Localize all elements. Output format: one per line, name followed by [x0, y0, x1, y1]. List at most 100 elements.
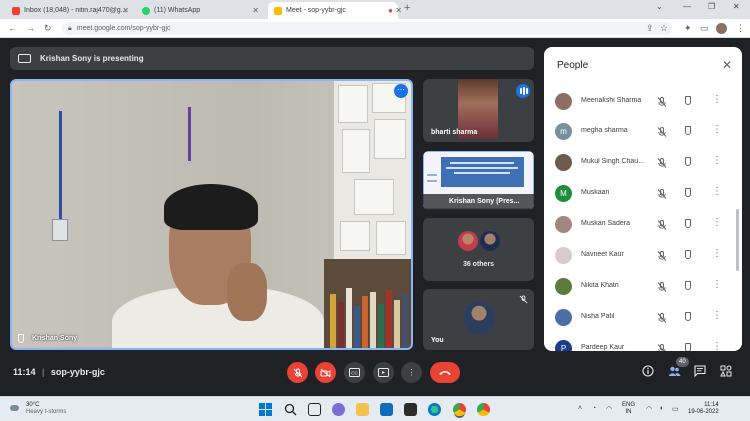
battery-icon[interactable]: ▭: [672, 405, 679, 413]
forward-icon[interactable]: →: [26, 23, 35, 33]
pin-icon[interactable]: [685, 250, 691, 259]
file-explorer-icon[interactable]: [356, 403, 369, 416]
pin-icon[interactable]: [685, 157, 691, 166]
menu-icon[interactable]: ⋮: [736, 23, 745, 34]
chevron-up-icon[interactable]: ˄: [578, 405, 582, 412]
bookmark-star-icon[interactable]: ☆: [660, 23, 668, 34]
participant-row[interactable]: M Muskaan ⋮: [544, 179, 742, 209]
volume-icon[interactable]: ◖: [659, 405, 663, 412]
system-clock[interactable]: 11:14 19-06-2022: [688, 402, 719, 416]
language-indicator[interactable]: ENG IN: [622, 402, 635, 416]
pin-icon[interactable]: [685, 219, 691, 228]
tab-search-icon[interactable]: ⌄: [656, 2, 663, 11]
chrome-icon[interactable]: [453, 403, 466, 416]
pin-icon[interactable]: [18, 334, 24, 343]
meeting-details-button[interactable]: [642, 365, 654, 380]
weather-widget[interactable]: 30°C Heavy t-storms: [10, 402, 66, 415]
restore-button[interactable]: ❐: [708, 2, 715, 11]
pin-icon[interactable]: [685, 96, 691, 105]
present-button[interactable]: [373, 362, 394, 383]
mic-off-icon[interactable]: [656, 342, 668, 351]
network-icon[interactable]: ◔: [592, 405, 596, 412]
close-icon[interactable]: ✕: [252, 6, 259, 15]
mail-icon[interactable]: [380, 403, 393, 416]
more-vert-icon[interactable]: ⋮: [712, 155, 722, 166]
tile-bharti-sharma[interactable]: bharti sharma: [423, 79, 534, 142]
participant-row[interactable]: Mukul Singh Chau... ⋮: [544, 148, 742, 178]
close-icon[interactable]: ✕: [722, 58, 732, 72]
leave-call-button[interactable]: [430, 362, 460, 383]
pin-icon[interactable]: [685, 343, 691, 351]
more-vert-icon[interactable]: ⋮: [712, 310, 722, 321]
more-options-button[interactable]: ⋮: [401, 362, 422, 383]
new-tab-button[interactable]: +: [404, 2, 410, 14]
participant-row[interactable]: m megha sharma ⋮: [544, 117, 742, 147]
participant-name: Nisha Patil: [581, 313, 615, 320]
windows-start-icon[interactable]: [259, 403, 272, 416]
close-icon[interactable]: ✕: [122, 6, 129, 15]
participant-name: Mukul Singh Chau...: [581, 158, 645, 165]
mic-off-icon[interactable]: [656, 187, 668, 199]
tab-meet[interactable]: Meet - sop-yybr-gjc ● ✕: [268, 2, 402, 19]
more-vert-icon[interactable]: ⋮: [712, 94, 722, 105]
store-icon[interactable]: [404, 403, 417, 416]
back-icon[interactable]: ←: [8, 23, 17, 33]
more-vert-icon[interactable]: ⋮: [712, 186, 722, 197]
wifi-icon[interactable]: ◠: [606, 405, 612, 413]
mic-off-icon[interactable]: [656, 125, 668, 137]
wifi-icon[interactable]: ◠: [646, 405, 652, 413]
participant-row[interactable]: Nikita Khatri ⋮: [544, 272, 742, 302]
pin-icon[interactable]: [685, 281, 691, 290]
participant-row[interactable]: Nisha Patil ⋮: [544, 303, 742, 333]
tile-others[interactable]: 36 others: [423, 218, 534, 281]
more-vert-icon[interactable]: ⋮: [712, 124, 722, 135]
mic-off-icon[interactable]: [656, 249, 668, 261]
close-window-button[interactable]: ✕: [733, 2, 740, 11]
close-icon[interactable]: ✕: [395, 6, 402, 15]
tile-you[interactable]: You: [423, 289, 534, 350]
tile-presentation[interactable]: Krishan Sony (Pres...: [423, 151, 534, 210]
tab-whatsapp[interactable]: (11) WhatsApp ✕: [136, 2, 264, 19]
more-options-icon[interactable]: ⋯: [394, 84, 408, 98]
captions-button[interactable]: CC: [344, 362, 365, 383]
reload-icon[interactable]: ↻: [44, 23, 52, 34]
extensions-icon[interactable]: ✦: [684, 23, 692, 34]
recording-dot-icon: ●: [388, 6, 393, 15]
url-input[interactable]: 🔒︎ meet.google.com/sop-yybr-gjc: [62, 22, 672, 35]
meeting-time: 11:14: [13, 367, 36, 377]
minimize-button[interactable]: —: [683, 2, 691, 11]
more-vert-icon[interactable]: ⋮: [712, 248, 722, 259]
mic-off-icon[interactable]: [656, 280, 668, 292]
mic-off-icon[interactable]: [656, 311, 668, 323]
camera-toggle-button[interactable]: [315, 362, 336, 383]
main-video-tile[interactable]: ⋯ Krishan Sony: [10, 79, 413, 350]
search-icon[interactable]: [284, 403, 297, 416]
tab-gmail[interactable]: Inbox (18,048) - nitin.raj470@g... ✕: [6, 2, 134, 19]
activities-button[interactable]: [720, 365, 732, 380]
participant-row[interactable]: P Pardeep Kaur ⋮: [544, 334, 742, 351]
mic-off-icon[interactable]: [656, 156, 668, 168]
participant-row[interactable]: Muskan Sadera ⋮: [544, 210, 742, 240]
people-icon: [668, 366, 681, 376]
pin-icon[interactable]: [685, 312, 691, 321]
task-view-icon[interactable]: [308, 403, 321, 416]
participant-row[interactable]: Navneet Kaur ⋮: [544, 241, 742, 271]
more-vert-icon[interactable]: ⋮: [712, 341, 722, 351]
mic-off-icon[interactable]: [656, 218, 668, 230]
teams-chat-icon[interactable]: [332, 403, 345, 416]
share-icon[interactable]: ⇪: [646, 23, 654, 34]
profile-avatar[interactable]: [716, 23, 727, 34]
mic-toggle-button[interactable]: [287, 362, 308, 383]
scrollbar[interactable]: [736, 209, 739, 271]
pin-icon[interactable]: [685, 126, 691, 135]
chat-button[interactable]: [694, 365, 706, 380]
chrome-profile-icon[interactable]: [477, 403, 490, 416]
sidebar-icon[interactable]: ▭: [700, 23, 709, 34]
pin-icon[interactable]: [685, 188, 691, 197]
participant-row[interactable]: Meenakshi Sharma ⋮: [544, 87, 742, 117]
more-vert-icon[interactable]: ⋮: [712, 279, 722, 290]
edge-icon[interactable]: [428, 403, 441, 416]
mic-off-icon[interactable]: [656, 95, 668, 107]
more-vert-icon[interactable]: ⋮: [712, 217, 722, 228]
people-button[interactable]: [668, 365, 681, 378]
